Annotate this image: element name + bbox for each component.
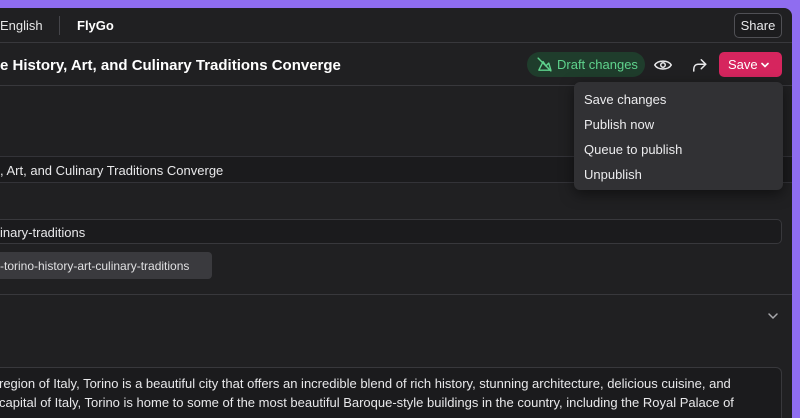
save-button-label: Save — [728, 57, 758, 72]
title-field-value: , Art, and Culinary Traditions Converge — [0, 163, 224, 178]
slug-field-value: inary-traditions — [0, 225, 86, 240]
section-divider — [0, 294, 792, 295]
slug-preview-text: -torino-history-art-culinary-traditions — [0, 259, 190, 273]
save-button[interactable]: Save — [719, 52, 782, 77]
body-text-editor[interactable]: region of Italy, Torino is a beautiful c… — [0, 367, 782, 418]
topbar-divider — [59, 16, 60, 35]
editor-header: e History, Art, and Culinary Traditions … — [0, 44, 792, 86]
chevron-down-icon — [761, 62, 769, 68]
cloud-off-icon — [537, 57, 552, 72]
draft-status-badge[interactable]: Draft changes — [527, 52, 645, 77]
share-arrow-icon[interactable] — [690, 56, 708, 74]
slug-preview-chip: -torino-history-art-culinary-traditions — [0, 252, 212, 279]
menu-item-unpublish[interactable]: Unpublish — [574, 162, 783, 187]
share-button[interactable]: Share — [734, 13, 782, 38]
body-text-line: capital of Italy, Torino is home to some… — [0, 395, 734, 410]
page-title: e History, Art, and Culinary Traditions … — [0, 57, 341, 74]
menu-item-publish-now[interactable]: Publish now — [574, 112, 783, 137]
slug-field[interactable]: inary-traditions — [0, 219, 782, 244]
menu-item-queue-to-publish[interactable]: Queue to publish — [574, 137, 783, 162]
top-bar: English FlyGo Share — [0, 8, 792, 43]
language-selector[interactable]: English — [0, 18, 43, 33]
app-window: English FlyGo Share e History, Art, and … — [0, 8, 792, 418]
draft-status-label: Draft changes — [557, 57, 638, 72]
save-dropdown-menu: Save changes Publish now Queue to publis… — [574, 82, 783, 190]
body-text-line: region of Italy, Torino is a beautiful c… — [0, 376, 731, 391]
collapse-chevron-icon[interactable] — [767, 310, 779, 322]
brand-name[interactable]: FlyGo — [77, 18, 114, 33]
eye-icon[interactable] — [654, 57, 672, 73]
menu-item-save-changes[interactable]: Save changes — [574, 87, 783, 112]
